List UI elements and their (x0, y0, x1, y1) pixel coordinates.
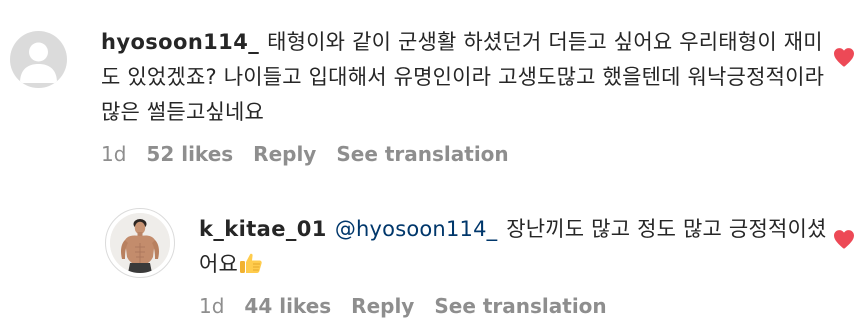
see-translation-button[interactable]: See translation (336, 142, 508, 166)
comment-username[interactable]: k_kitae_01 (199, 217, 327, 241)
comment-likes[interactable]: 44 likes (244, 294, 331, 318)
mention-link[interactable]: @hyosoon114_ (335, 217, 498, 241)
heart-icon[interactable] (833, 229, 855, 249)
profile-photo-figure (110, 213, 170, 273)
comment-body: hyosoon114_ 태형이와 같이 군생활 하셨던거 더듣고 싶어요 우리태형… (101, 25, 826, 130)
thumbs-up-icon (240, 253, 262, 273)
comment-time[interactable]: 1d (101, 142, 126, 166)
see-translation-button[interactable]: See translation (434, 294, 606, 318)
comment-body: k_kitae_01 @hyosoon114_ 장난끼도 많고 정도 많고 긍정적… (199, 212, 829, 282)
comment-time[interactable]: 1d (199, 294, 224, 318)
heart-icon[interactable] (833, 47, 855, 67)
user-silhouette-icon (20, 42, 57, 83)
reply-button[interactable]: Reply (351, 294, 414, 318)
default-avatar-icon[interactable] (10, 31, 67, 88)
avatar[interactable] (105, 208, 175, 278)
comment-likes[interactable]: 52 likes (146, 142, 233, 166)
comment-meta: 1d 44 likes Reply See translation (199, 294, 627, 318)
comment-username[interactable]: hyosoon114_ (101, 30, 259, 54)
profile-photo (110, 213, 170, 273)
comment-meta: 1d 52 likes Reply See translation (101, 142, 529, 166)
reply-button[interactable]: Reply (253, 142, 316, 166)
